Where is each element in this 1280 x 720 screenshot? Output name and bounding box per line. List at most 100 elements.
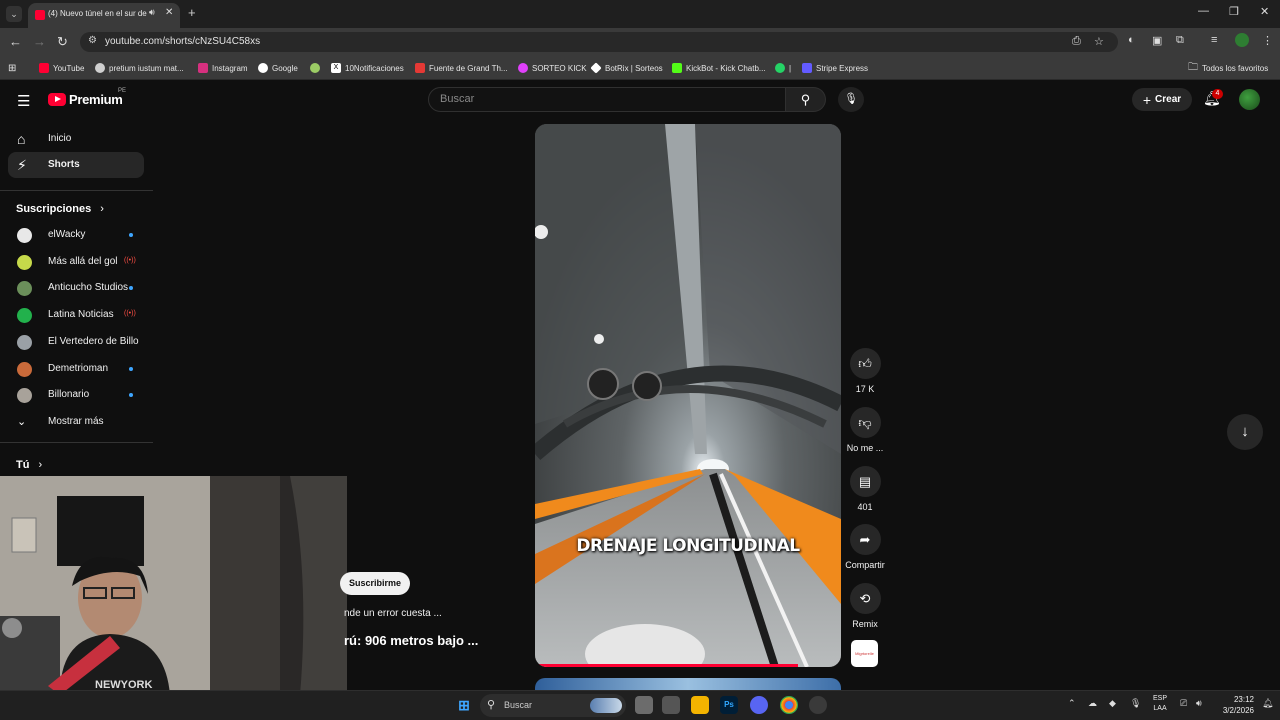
site-info-icon[interactable]: ⚙: [88, 35, 97, 46]
account-avatar[interactable]: [1239, 89, 1260, 110]
video-caption: DRENAJE LONGITUDINAL: [576, 536, 800, 556]
windows-start-icon[interactable]: ⊞: [455, 696, 473, 714]
chrome-icon[interactable]: [780, 696, 798, 714]
bookmark-label: BotRix | Sorteos: [605, 63, 663, 73]
forward-icon[interactable]: →: [33, 34, 46, 49]
video-progress-bar[interactable]: [535, 664, 799, 667]
youtube-play-icon: [48, 93, 66, 106]
video-description[interactable]: nde un error cuesta ...: [344, 608, 442, 619]
bookmark-instagram[interactable]: Instagram: [198, 61, 248, 75]
comments-count: 401: [857, 502, 873, 512]
subscribe-button[interactable]: Suscribirme: [340, 572, 410, 595]
plus-icon: +: [1142, 91, 1152, 108]
photoshop-icon[interactable]: Ps: [720, 696, 738, 714]
short-video-player[interactable]: DRENAJE LONGITUDINAL: [535, 124, 841, 667]
bookmark-sorteo-kick[interactable]: SORTEO KICK: [518, 61, 587, 75]
install-app-icon[interactable]: ⎙: [1072, 35, 1081, 48]
search-icon: ⚲: [800, 92, 811, 107]
extension-icon[interactable]: ▣: [1152, 34, 1162, 47]
new-tab-button[interactable]: +: [188, 5, 196, 20]
logo-text: Premium: [69, 92, 123, 107]
search-input[interactable]: Buscar: [428, 87, 786, 112]
close-tab-icon[interactable]: ✕: [165, 7, 173, 18]
dislike-button[interactable]: 👎︎ No me ...: [844, 407, 886, 453]
profile-avatar-icon[interactable]: [1235, 33, 1249, 47]
tab-groups-icon[interactable]: ≡: [1211, 34, 1217, 46]
obs-icon[interactable]: [809, 696, 827, 714]
onedrive-icon[interactable]: ☁: [1088, 698, 1097, 709]
microphone-icon[interactable]: 🎙︎: [1130, 698, 1141, 709]
app-tray-icon[interactable]: ◆: [1109, 698, 1116, 709]
hamburger-menu-icon[interactable]: ☰: [17, 92, 30, 110]
subscriptions-heading[interactable]: Suscripciones ›: [16, 203, 104, 215]
audio-track-thumbnail[interactable]: Migrtorelle: [851, 640, 878, 667]
bookmark-pretium[interactable]: pretium iustum mat...: [95, 61, 184, 75]
share-button[interactable]: ➦ Compartir: [844, 524, 886, 570]
sidebar-item-subscription[interactable]: elWacky: [8, 222, 144, 248]
create-button[interactable]: + Crear: [1132, 88, 1192, 111]
bookmark-stripe[interactable]: Stripe Express: [802, 61, 868, 75]
clock[interactable]: 23:12 3/2/2026: [1214, 694, 1254, 716]
sidebar-item-subscription[interactable]: Anticucho Studios: [8, 275, 144, 301]
restore-icon[interactable]: ❐: [1229, 5, 1239, 18]
bookmark-google[interactable]: Google: [258, 61, 298, 75]
voice-search-button[interactable]: 🎙︎: [838, 87, 864, 112]
sidebar-item-subscription[interactable]: Billonario: [8, 382, 144, 408]
webcam-feed-image: NEWYORK: [0, 476, 347, 695]
sidebar-item-label: Mostrar más: [48, 416, 104, 427]
bookmark-grand-theft[interactable]: Fuente de Grand Th...: [415, 61, 508, 75]
tab-search-button[interactable]: ⌄: [6, 6, 22, 22]
sidebar-item-subscription[interactable]: Más allá del gol ((•)): [8, 249, 144, 275]
bookmark-label: Fuente de Grand Th...: [429, 63, 508, 73]
sidebar-item-label: Shorts: [48, 159, 80, 170]
bookmark-pinwheel[interactable]: [310, 61, 324, 75]
task-view-icon[interactable]: [635, 696, 653, 714]
sidebar-item-subscription[interactable]: El Vertedero de Billo: [8, 329, 144, 355]
sidebar-item-subscription[interactable]: Latina Noticias ((•)): [8, 302, 144, 328]
youtube-premium-logo[interactable]: Premium PE: [48, 88, 128, 108]
like-button[interactable]: 👍︎ 17 K: [844, 348, 886, 394]
speaker-icon[interactable]: 🔊︎: [149, 7, 155, 18]
network-icon[interactable]: ⎚: [1180, 698, 1187, 709]
more-menu-icon[interactable]: ⋮: [1262, 34, 1273, 47]
sorteo-icon: [518, 63, 528, 73]
sidebar-item-home[interactable]: ⌂ Inicio: [8, 126, 144, 152]
search-highlight-icon: [590, 698, 622, 713]
bookmark-star-icon[interactable]: ☆: [1094, 35, 1104, 48]
bookmark-botrix[interactable]: BotRix | Sorteos: [590, 61, 663, 75]
search-button[interactable]: ⚲: [786, 87, 826, 112]
file-explorer-icon[interactable]: [691, 696, 709, 714]
show-more-button[interactable]: ⌄ Mostrar más: [8, 409, 144, 435]
video-title[interactable]: rú: 906 metros bajo ...: [344, 633, 478, 648]
all-favorites-folder[interactable]: 🗀︎ Todos los favoritos: [1188, 61, 1268, 75]
sidebar-item-subscription[interactable]: Demetrioman: [8, 356, 144, 382]
widgets-icon[interactable]: [662, 696, 680, 714]
input-language[interactable]: ESP LAA: [1153, 694, 1167, 714]
channel-avatar: [17, 361, 32, 377]
you-heading[interactable]: Tú ›: [16, 459, 42, 471]
minimize-icon[interactable]: —: [1198, 5, 1209, 17]
reload-icon[interactable]: ↻: [57, 34, 68, 50]
browser-tab-active[interactable]: (4) Nuevo túnel en el sur de 🔊︎ ✕: [28, 3, 180, 28]
next-short-preview[interactable]: [535, 678, 841, 690]
close-window-icon[interactable]: ✕: [1260, 5, 1269, 18]
extensions-puzzle-icon[interactable]: ⧉: [1176, 34, 1184, 47]
apps-grid-icon[interactable]: ⊞: [8, 61, 16, 75]
bookmark-label: 10Notificaciones: [345, 63, 404, 73]
extension-icon[interactable]: ◐: [1128, 34, 1135, 46]
volume-icon[interactable]: 🔊︎: [1196, 698, 1202, 709]
back-icon[interactable]: ←: [9, 34, 22, 49]
address-bar[interactable]: ⚙ youtube.com/shorts/cNzSU4C58xs ⎙ ☆: [80, 32, 1118, 52]
bookmark-10notificaciones[interactable]: X 10Notificaciones: [331, 61, 404, 75]
remix-button[interactable]: ⟲ Remix: [844, 583, 886, 629]
bookmark-whatsapp[interactable]: |: [775, 61, 791, 75]
next-video-button[interactable]: ↓: [1227, 414, 1263, 450]
sidebar-item-shorts[interactable]: ⚡︎ Shorts: [8, 152, 144, 178]
comments-button[interactable]: ▤ 401: [844, 466, 886, 512]
bookmark-youtube[interactable]: YouTube: [39, 61, 84, 75]
show-hidden-icons-icon[interactable]: ⌃: [1068, 698, 1076, 709]
bookmark-kickbot[interactable]: KickBot - Kick Chatb...: [672, 61, 766, 75]
taskbar-search[interactable]: ⚲ Buscar: [480, 694, 626, 717]
notification-center-icon[interactable]: 🔔︎: [1262, 698, 1273, 709]
discord-icon[interactable]: [750, 696, 768, 714]
